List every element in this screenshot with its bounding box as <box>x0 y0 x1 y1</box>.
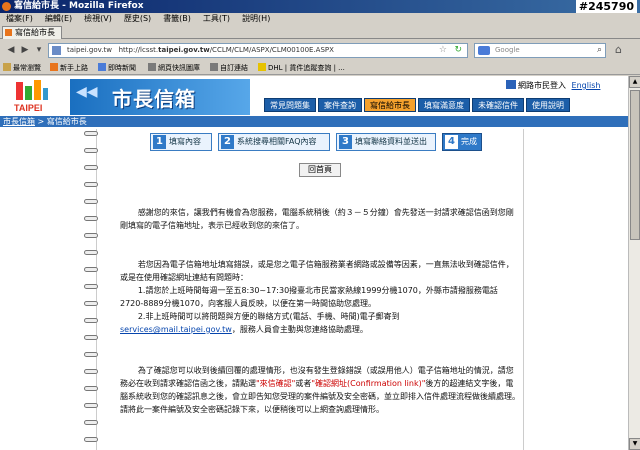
menu-help[interactable]: 說明(H) <box>236 13 276 25</box>
top-links: 網路市民登入 English <box>506 80 600 92</box>
citizen-login-link[interactable]: 網路市民登入 <box>518 81 566 90</box>
english-link[interactable]: English <box>572 81 601 90</box>
ring-icon <box>84 182 98 187</box>
scroll-up-icon[interactable]: ▲ <box>629 76 640 88</box>
forward-arrow-icon[interactable]: ▶ <box>18 43 32 57</box>
window-title: 寫信給市長 - Mozilla Firefox <box>14 1 144 11</box>
reload-icon[interactable]: ↻ <box>454 44 462 57</box>
login-icon <box>506 80 516 89</box>
search-input[interactable]: Google ⌕ <box>474 43 606 58</box>
browser-tab-label: 寫信給市長 <box>15 28 55 37</box>
tab-3[interactable]: 填寫滿意度 <box>418 98 470 112</box>
menu-history[interactable]: 歷史(S) <box>118 13 157 25</box>
browser-tab-bar: 寫信給市長 <box>0 25 640 39</box>
ring-icon <box>84 403 98 408</box>
banner-arrows-icon: ◀◀ <box>76 84 98 100</box>
site-header: TAIPEI ◀◀ 市長信箱 網路市民登入 English 常見問題集 案件查詢寫… <box>0 76 628 116</box>
ring-icon <box>84 267 98 272</box>
ring-icon <box>84 369 98 374</box>
notebook-rings <box>84 131 102 450</box>
bookmark-item[interactable]: 新手上路 <box>50 61 88 75</box>
step-4-current: 4 完成 <box>442 133 482 151</box>
service-email-link[interactable]: services@mail.taipei.gov.tw <box>120 325 232 334</box>
bookmarks-toolbar: 最常瀏覽 新手上路 即時新聞 網頁快訊圖庫 自訂連結 DHL | 貨件追蹤查詢 … <box>0 61 640 75</box>
breadcrumb-current: 寫信給市長 <box>46 117 87 126</box>
ring-icon <box>84 335 98 340</box>
ring-icon <box>84 437 98 442</box>
menu-bar: 檔案(F) 編輯(E) 檢視(V) 歷史(S) 書籤(B) 工具(T) 說明(H) <box>0 13 640 25</box>
ring-icon <box>84 148 98 153</box>
ring-icon <box>84 420 98 425</box>
url-path: /CCLM/CLM/ASPX/CLM00100E.ASPX <box>209 46 334 54</box>
scroll-thumb[interactable] <box>630 90 640 240</box>
home-icon[interactable]: ⌂ <box>615 43 622 56</box>
tab-2[interactable]: 寫信給市長 <box>364 98 416 112</box>
breadcrumb: 市長信箱 > 寫信給市長 <box>0 116 628 127</box>
bookmark-item[interactable]: 最常瀏覽 <box>3 61 41 75</box>
bookmark-item[interactable]: DHL | 貨件追蹤查詢 | ... <box>258 61 345 75</box>
url-host: taipei.gov.tw <box>158 46 210 54</box>
bookmark-item[interactable]: 自訂連結 <box>210 61 248 75</box>
dropdown-arrow-icon[interactable]: ▾ <box>32 43 46 57</box>
help-paragraph: 若您因為電子信箱地址填寫錯誤，或是您之電子信箱服務業者網路或設備等因素，一直無法… <box>120 260 514 334</box>
menu-file[interactable]: 檔案(F) <box>0 13 39 25</box>
bookmark-item[interactable]: 即時新聞 <box>98 61 136 75</box>
back-arrow-icon[interactable]: ◀ <box>4 43 18 57</box>
tab-1[interactable]: 案件查詢 <box>318 98 362 112</box>
ring-icon <box>84 131 98 136</box>
tab-4[interactable]: 未確認信件 <box>472 98 524 112</box>
search-placeholder: Google <box>495 46 520 54</box>
scroll-down-icon[interactable]: ▼ <box>629 438 640 450</box>
page-scrollbar[interactable]: ▲ ▼ <box>628 76 640 450</box>
ring-icon <box>84 318 98 323</box>
breadcrumb-separator: > <box>35 117 47 126</box>
step-1: 1 填寫內容 <box>150 133 212 151</box>
menu-bookmarks[interactable]: 書籤(B) <box>157 13 197 25</box>
url-prefix: http://lcsst. <box>118 46 159 54</box>
site-nav-tabs: 常見問題集 案件查詢 寫信給市長 填寫滿意度 未確認信件 使用說明 <box>264 98 572 112</box>
search-icon[interactable]: ⌕ <box>597 44 602 57</box>
tab-5[interactable]: 使用說明 <box>526 98 570 112</box>
ring-icon <box>84 301 98 306</box>
step-2: 2 系統搜尋相關FAQ內容 <box>218 133 330 151</box>
navigation-toolbar: ◀ ▶ ▾ taipei.gov.tw http://lcsst.taipei.… <box>0 40 640 61</box>
ring-icon <box>84 216 98 221</box>
menu-tools[interactable]: 工具(T) <box>197 13 236 25</box>
ring-icon <box>84 250 98 255</box>
firefox-icon <box>2 2 11 11</box>
ring-icon <box>84 386 98 391</box>
taipei-logo-text: TAIPEI <box>14 103 43 113</box>
screenshot-id-stamp: #245790 <box>575 0 637 13</box>
google-icon <box>478 46 490 55</box>
tab-favicon-icon <box>5 29 12 36</box>
breadcrumb-home-link[interactable]: 市長信箱 <box>3 117 35 126</box>
ring-icon <box>84 199 98 204</box>
menu-edit[interactable]: 編輯(E) <box>39 13 78 25</box>
menu-view[interactable]: 檢視(V) <box>78 13 118 25</box>
bookmark-star-icon[interactable]: ☆ <box>439 44 447 57</box>
ring-icon <box>84 233 98 238</box>
ring-icon <box>84 165 98 170</box>
back-home-button[interactable]: 回首頁 <box>299 163 341 177</box>
tab-0[interactable]: 常見問題集 <box>264 98 316 112</box>
page-content: TAIPEI ◀◀ 市長信箱 網路市民登入 English 常見問題集 案件查詢寫… <box>0 76 640 450</box>
step-3: 3 填寫聯絡資料並送出 <box>336 133 436 151</box>
ring-icon <box>84 352 98 357</box>
browser-tab[interactable]: 寫信給市長 <box>2 26 62 39</box>
url-domain-badge: taipei.gov.tw <box>67 46 112 54</box>
banner-title: 市長信箱 <box>112 87 196 111</box>
thanks-paragraph: 感謝您的來信，讓我們有機會為您服務，電腦系統稍後（約３－５分鐘）會先發送一封請求… <box>120 208 514 230</box>
url-bar[interactable]: taipei.gov.tw http://lcsst.taipei.gov.tw… <box>48 43 468 58</box>
bookmark-item[interactable]: 網頁快訊圖庫 <box>148 61 200 75</box>
window-titlebar: 寫信給市長 - Mozilla Firefox #245790 <box>0 0 640 13</box>
site-identity-icon <box>52 46 61 55</box>
confirm-paragraph: 為了確認您可以收到後續回覆的處理情形，也沒有發生登錄錯誤（或誤用他人）電子信箱地… <box>120 366 520 414</box>
ring-icon <box>84 284 98 289</box>
